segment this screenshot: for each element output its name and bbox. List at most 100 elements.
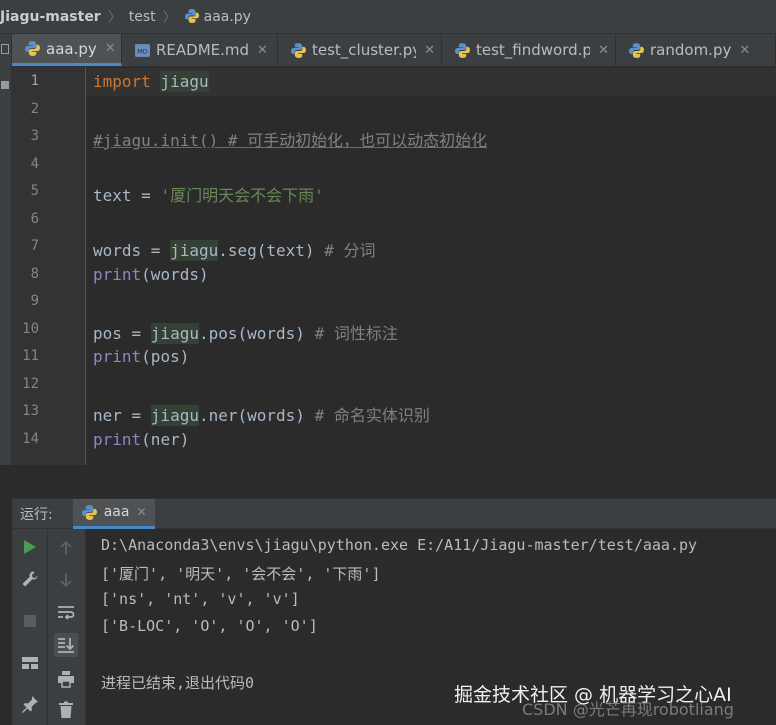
watermark-sub: CSDN @光芒再现robotliang <box>522 700 734 719</box>
python-icon <box>291 42 306 58</box>
console-line: ['ns', 'nt', 'v', 'v'] <box>101 590 300 608</box>
code-line-1[interactable]: import jiagu <box>93 71 209 92</box>
breadcrumb-project[interactable]: Jiagu-master <box>0 9 101 25</box>
tab-label: random.py <box>650 41 732 59</box>
line-number: 8 <box>30 266 39 282</box>
line-number: 3 <box>30 128 39 144</box>
run-toolbar-secondary <box>48 529 86 725</box>
close-icon[interactable]: ✕ <box>136 505 146 519</box>
line-number: 5 <box>30 183 39 199</box>
code-comment: # 分词 <box>314 241 376 260</box>
console-line: ['B-LOC', 'O', 'O', 'O'] <box>101 617 318 635</box>
builtin-print: print <box>93 347 142 366</box>
python-icon <box>81 504 97 520</box>
code-comment: # 词性标注 <box>304 324 398 343</box>
code-editor[interactable]: 1 2 3 4 5 6 7 8 9 10 11 12 13 14 import … <box>12 67 776 465</box>
string-literal: '厦门明天会不会下雨' <box>160 186 324 205</box>
line-number: 6 <box>30 211 39 227</box>
module-name: jiagu <box>170 240 219 261</box>
code-call: .seg(text) <box>218 241 315 260</box>
run-panel-title: 运行: <box>20 506 53 523</box>
line-number-gutter[interactable]: 1 2 3 4 5 6 7 8 9 10 11 12 13 14 <box>12 67 86 465</box>
down-arrow-icon[interactable] <box>54 568 78 592</box>
module-name: jiagu <box>160 71 209 92</box>
tab-label: test_cluster.py <box>312 41 417 59</box>
stop-icon[interactable] <box>18 609 42 633</box>
breadcrumb-file-label: aaa.py <box>203 9 251 25</box>
wrench-icon[interactable] <box>18 567 42 591</box>
line-number: 9 <box>30 293 39 309</box>
tab-test-findword-py[interactable]: test_findword.py ✕ <box>442 34 616 66</box>
code-var: words = <box>93 241 171 260</box>
layout-icon[interactable] <box>18 651 42 675</box>
run-tab-label: aaa <box>103 504 130 520</box>
tab-aaa-py[interactable]: aaa.py ✕ <box>12 34 122 66</box>
keyword-import: import <box>93 72 151 91</box>
code-var: text = <box>93 186 161 205</box>
trash-icon[interactable] <box>54 698 78 722</box>
python-icon <box>455 42 470 58</box>
code-line-5[interactable]: text = '厦门明天会不会下雨' <box>93 182 324 206</box>
line-number: 7 <box>30 238 39 254</box>
close-icon[interactable]: ✕ <box>424 43 435 58</box>
code-line-7[interactable]: words = jiagu.seg(text) # 分词 <box>93 237 375 261</box>
project-icon[interactable] <box>1 44 9 54</box>
line-number: 4 <box>30 156 39 172</box>
close-icon[interactable]: ✕ <box>257 43 268 58</box>
code-comment: # 命名实体识别 <box>304 406 430 425</box>
module-name: jiagu <box>150 323 199 344</box>
line-number: 12 <box>22 376 39 392</box>
python-icon <box>629 42 644 58</box>
breadcrumb: Jiagu-master 〉 test 〉 aaa.py <box>0 0 776 34</box>
structure-icon[interactable] <box>1 81 9 89</box>
pin-icon[interactable] <box>18 692 42 716</box>
code-line-13[interactable]: ner = jiagu.ner(words) # 命名实体识别 <box>93 402 430 426</box>
tab-label: aaa.py <box>46 39 97 58</box>
code-var: ner = <box>93 406 151 425</box>
scroll-to-end-icon[interactable] <box>54 633 78 657</box>
tab-random-py[interactable]: random.py ✕ <box>616 34 776 66</box>
print-icon[interactable] <box>54 667 78 691</box>
console-line: D:\Anaconda3\envs\jiagu\python.exe E:/A1… <box>101 536 698 554</box>
run-icon[interactable] <box>18 535 42 559</box>
code-line-11[interactable]: print(pos) <box>93 347 189 366</box>
close-icon[interactable]: ✕ <box>105 41 116 56</box>
breadcrumb-folder[interactable]: test <box>129 9 156 25</box>
code-line-3[interactable]: #jiagu.init() # 可手动初始化，也可以动态初始化 <box>93 127 487 151</box>
panel-separator[interactable] <box>0 465 776 498</box>
line-number: 2 <box>30 101 39 117</box>
close-icon[interactable]: ✕ <box>739 43 750 58</box>
code-call: .ner(words) <box>198 406 305 425</box>
editor-tabs: aaa.py ✕ MD README.md ✕ test_cluster.py … <box>12 34 776 67</box>
tab-readme-md[interactable]: MD README.md ✕ <box>122 34 278 66</box>
tab-label: README.md <box>156 41 250 59</box>
code-call: .pos(words) <box>198 324 305 343</box>
breadcrumb-file[interactable]: aaa.py <box>184 8 251 25</box>
code-line-14[interactable]: print(ner) <box>93 430 189 449</box>
tab-test-cluster-py[interactable]: test_cluster.py ✕ <box>278 34 442 66</box>
run-tab-aaa[interactable]: aaa ✕ <box>72 498 155 529</box>
markdown-icon: MD <box>135 43 150 57</box>
line-number: 10 <box>22 321 39 337</box>
builtin-print: print <box>93 430 142 449</box>
breadcrumb-separator: 〉 <box>162 9 177 26</box>
close-icon[interactable]: ✕ <box>598 43 609 58</box>
tab-label: test_findword.py <box>476 41 591 59</box>
code-args: (pos) <box>141 347 190 366</box>
project-tool-strip[interactable] <box>0 34 12 498</box>
code-line-8[interactable]: print(words) <box>93 265 209 284</box>
console-line: 进程已结束,退出代码0 <box>101 674 255 692</box>
python-icon <box>184 9 199 23</box>
code-line-10[interactable]: pos = jiagu.pos(words) # 词性标注 <box>93 320 398 344</box>
soft-wrap-icon[interactable] <box>54 601 78 625</box>
module-name: jiagu <box>150 405 199 426</box>
python-icon <box>25 41 40 56</box>
code-args: (ner) <box>141 430 190 449</box>
builtin-print: print <box>93 265 142 284</box>
console-line: ['厦门', '明天', '会不会', '下雨'] <box>101 565 381 583</box>
run-toolbar-primary <box>12 529 48 725</box>
breadcrumb-separator: 〉 <box>107 9 122 26</box>
up-arrow-icon[interactable] <box>54 536 78 560</box>
code-args: (words) <box>141 265 209 284</box>
svg-text:MD: MD <box>137 47 147 55</box>
